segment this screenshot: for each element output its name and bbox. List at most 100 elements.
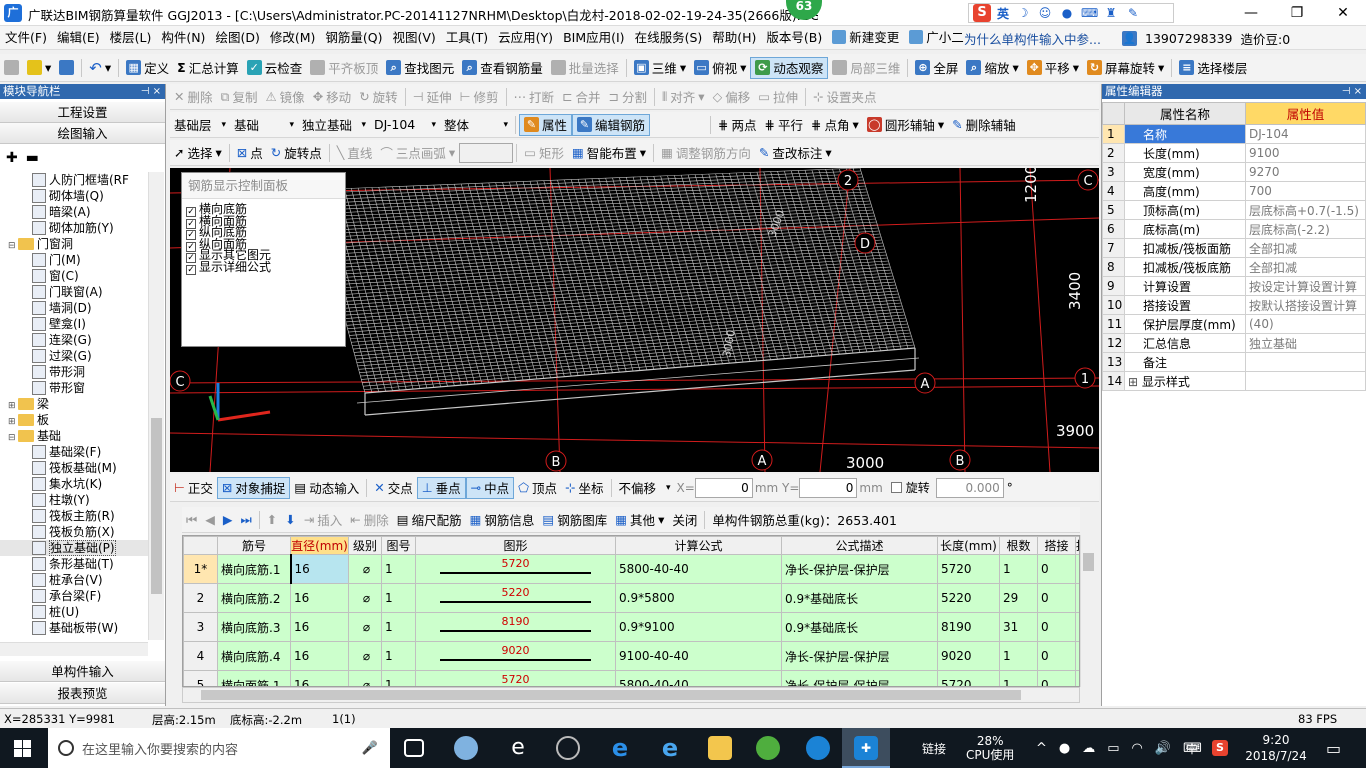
y-offset-input[interactable]: 0 xyxy=(799,477,858,498)
checkbox-checked-icon[interactable]: ✓ xyxy=(186,264,196,275)
tree-item[interactable]: 过梁(G) xyxy=(0,348,150,364)
zoom-button[interactable]: ⌕ 缩放 ▾ xyxy=(962,57,1022,79)
menu-bim[interactable]: BIM应用(I) xyxy=(558,27,630,49)
menu-online[interactable]: 在线服务(S) xyxy=(630,27,708,49)
property-name[interactable]: 高度(mm) xyxy=(1124,181,1246,201)
table-row[interactable]: 3横向底筋.316⌀181900.9*91000.9*基础底长81903100 xyxy=(183,612,1079,642)
offset-button[interactable]: ◇ 偏移 xyxy=(709,86,755,108)
select-button[interactable]: ➚ 选择 ▾ xyxy=(170,142,226,164)
tree-item[interactable]: 带形窗 xyxy=(0,380,150,396)
move-up-button[interactable]: ⬆ xyxy=(263,509,281,531)
cell-count[interactable]: 31 xyxy=(999,612,1038,642)
property-value[interactable] xyxy=(1245,371,1366,391)
cell-len[interactable]: 5720 xyxy=(937,670,1000,686)
display-option[interactable]: ✓ 显示详细公式 xyxy=(182,261,345,275)
keyboard-icon[interactable]: ⌨ xyxy=(1081,6,1098,20)
collapse-all-icon[interactable]: ▬ xyxy=(26,150,39,166)
insert-button[interactable]: ⇥ 插入 xyxy=(300,509,347,531)
cell-count[interactable]: 1 xyxy=(999,554,1038,584)
fullscreen-button[interactable]: ⊕ 全屏 xyxy=(911,57,962,79)
move-button[interactable]: ✥ 移动 xyxy=(309,86,356,108)
menu-guangxiaoer[interactable]: 广小二 xyxy=(904,27,969,49)
property-name[interactable]: 搭接设置 xyxy=(1124,295,1246,315)
rectangle-button[interactable]: ▭ 矩形 xyxy=(520,142,568,164)
internet-explorer-icon[interactable]: e xyxy=(658,736,682,760)
property-value[interactable]: 700 xyxy=(1245,181,1366,201)
restore-button[interactable]: ❐ xyxy=(1274,0,1320,26)
next-row-button[interactable]: ▶ xyxy=(219,509,237,531)
point-button[interactable]: ⊠ 点 xyxy=(233,142,267,164)
batch-select-button[interactable]: 批量选择 xyxy=(547,57,623,79)
property-value[interactable]: 层底标高(-2.2) xyxy=(1245,219,1366,239)
property-row[interactable]: 11 保护层厚度(mm) (40) xyxy=(1102,314,1366,334)
save-button[interactable] xyxy=(55,57,78,79)
offset-mode-select[interactable]: 不偏移 xyxy=(615,478,675,498)
row-number[interactable]: 2 xyxy=(183,583,218,613)
point-angle-axis-button[interactable]: ⋕ 点角 ▾ xyxy=(807,114,863,136)
cloud-icon[interactable]: ☁ xyxy=(1082,741,1095,756)
property-name[interactable]: 顶标高(m) xyxy=(1124,200,1246,220)
property-name[interactable]: 底标高(m) xyxy=(1124,219,1246,239)
property-value[interactable]: (40) xyxy=(1245,314,1366,334)
property-value[interactable]: 层底标高+0.7(-1.5) xyxy=(1245,200,1366,220)
row-number[interactable]: 5 xyxy=(183,670,218,686)
guanglianda-app-icon[interactable] xyxy=(806,736,830,760)
menu-component[interactable]: 构件(N) xyxy=(156,27,210,49)
user-phone[interactable]: 13907298339 xyxy=(1145,31,1232,46)
property-row[interactable]: 4 高度(mm) 700 xyxy=(1102,181,1366,201)
tree-folder[interactable]: ⊞ 板 xyxy=(0,412,150,428)
grid-vscrollbar[interactable] xyxy=(1080,535,1097,687)
object-snap-toggle[interactable]: ⊠ 对象捕捉 xyxy=(216,476,291,499)
leftnav-pin-close[interactable]: ⊣ × xyxy=(141,84,161,99)
smart-layout-button[interactable]: ▦ 智能布置 ▾ xyxy=(568,142,650,164)
cell-formula[interactable]: 9100-40-40 xyxy=(615,641,782,671)
cell-name[interactable]: 横向底筋.3 xyxy=(217,612,291,642)
edge-icon[interactable]: e xyxy=(608,736,632,760)
cell-desc[interactable]: 净长-保护层-保护层 xyxy=(781,641,938,671)
menu-tools[interactable]: 工具(T) xyxy=(441,27,493,49)
grid-header-diameter[interactable]: 直径(mm) xyxy=(290,536,349,555)
tree-item[interactable]: 基础梁(F) xyxy=(0,444,150,460)
cell-fig[interactable]: 1 xyxy=(381,554,416,584)
cell-shape[interactable]: 5720 xyxy=(415,670,616,686)
3d-button[interactable]: ▣ 三维 ▾ xyxy=(630,57,690,79)
task-view-icon[interactable] xyxy=(404,739,424,757)
menu-help[interactable]: 帮助(H) xyxy=(707,27,761,49)
tree-item[interactable]: 筏板基础(M) xyxy=(0,460,150,476)
menu-edit[interactable]: 编辑(E) xyxy=(52,27,105,49)
set-grip-button[interactable]: ⊹ 设置夹点 xyxy=(809,86,881,108)
tree-item[interactable]: 墙洞(D) xyxy=(0,300,150,316)
cell-desc[interactable]: 净长-保护层-保护层 xyxy=(781,670,938,686)
table-row[interactable]: 1* 横向底筋.1 16 ⌀ 1 5720 5800-40-40 净长-保护层-保护层 5720… xyxy=(183,554,1079,584)
properties-button[interactable]: ✎ 属性 xyxy=(519,113,573,136)
midpoint-snap-toggle[interactable]: ⊸ 中点 xyxy=(465,476,515,499)
cell-formula[interactable]: 0.9*5800 xyxy=(615,583,782,613)
tab-single-component-input[interactable]: 单构件输入 xyxy=(0,661,165,682)
grid-header-figure-no[interactable]: 图号 xyxy=(381,536,416,555)
cell-fig[interactable]: 1 xyxy=(381,641,416,671)
tree-item[interactable]: 砌体墙(Q) xyxy=(0,188,150,204)
tab-project-settings[interactable]: 工程设置 xyxy=(0,102,165,123)
select-floor-button[interactable]: ≡ 选择楼层 xyxy=(1175,57,1251,79)
tree-item[interactable]: 条形基础(T) xyxy=(0,556,150,572)
close-rebar-button[interactable]: 关闭 xyxy=(668,509,701,531)
property-value[interactable]: 按设定计算设置计算 xyxy=(1245,276,1366,296)
property-name[interactable]: 扣减板/筏板底筋 xyxy=(1124,257,1246,277)
wifi-icon[interactable]: ◠ xyxy=(1132,741,1143,756)
view-rebar-qty-button[interactable]: ⌕ 查看钢筋量 xyxy=(458,57,547,79)
property-row[interactable]: 7 扣减板/筏板面筋 全部扣减 xyxy=(1102,238,1366,258)
cell-grade[interactable]: ⌀ xyxy=(348,670,382,686)
cpu-meter[interactable]: 28% CPU使用 xyxy=(966,728,1014,768)
tree-folder[interactable]: ⊞ 梁 xyxy=(0,396,150,412)
undo-button[interactable]: ↶ ▾ xyxy=(85,57,115,79)
rotate-button[interactable]: ↻ 旋转 xyxy=(355,86,402,108)
align-button[interactable]: ⫴ 对齐 ▾ xyxy=(658,86,709,108)
mirror-button[interactable]: ⚠ 镜像 xyxy=(261,86,308,108)
stretch-button[interactable]: ▭ 拉伸 xyxy=(754,86,802,108)
tree-item[interactable]: 连梁(G) xyxy=(0,332,150,348)
prev-row-button[interactable]: ◀ xyxy=(201,509,219,531)
tree-item[interactable]: 独立基础(P) xyxy=(0,540,150,556)
cell-grade[interactable]: ⌀ xyxy=(348,554,382,584)
property-row[interactable]: 1 名称 DJ-104 xyxy=(1102,124,1366,144)
property-name[interactable]: 长度(mm) xyxy=(1124,143,1246,163)
